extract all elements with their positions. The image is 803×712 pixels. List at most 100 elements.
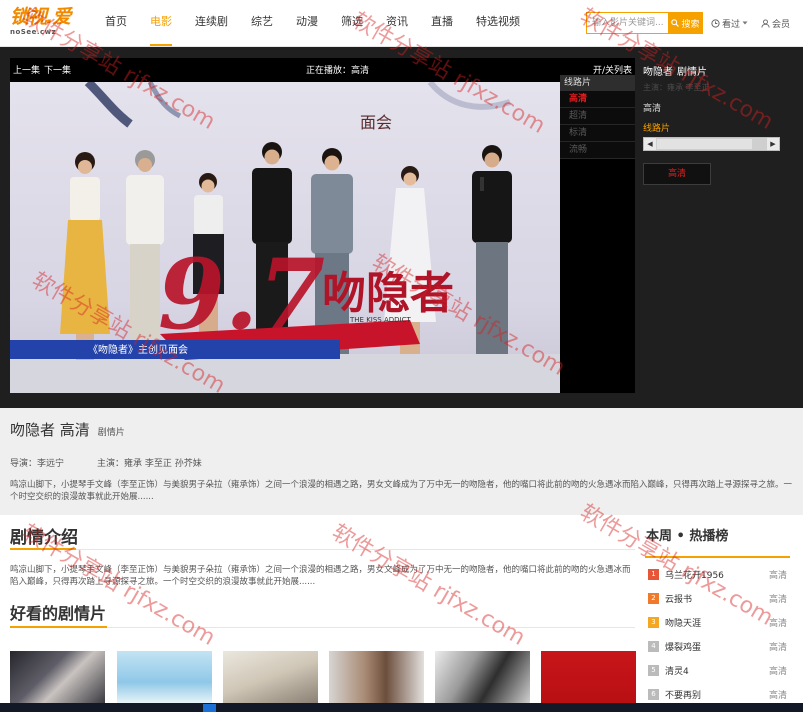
ranking-quality: 高清 (768, 594, 787, 605)
ranking-item[interactable]: 5 清灵4 高清 (645, 658, 793, 682)
chevron-down-icon (742, 21, 748, 25)
poster-2[interactable] (117, 651, 212, 703)
ranking-item[interactable]: 2 云报书 高清 (645, 586, 793, 610)
scroll-left-icon[interactable]: ◀ (644, 138, 656, 150)
player-band: 上一集 下一集 正在播放：高清 开/关列表 面会 《吻隐者》主创见面会 9.7 … (0, 47, 803, 408)
source-item-3[interactable]: 标清 (560, 125, 635, 142)
video-frame[interactable]: 面会 《吻隐者》主创见面会 9.7 吻隐者 THE KISS ADDICT (10, 82, 560, 393)
source-item-4[interactable]: 流畅 (560, 142, 635, 159)
rank-badge: 2 (648, 592, 659, 604)
rank-badge: 3 (648, 616, 659, 628)
nav-item-variety[interactable]: 综艺 (251, 0, 273, 46)
ranking-list: 1 乌兰花开1956 高清 2 云报书 高清 3 吻隐天涯 高清 4 爆裂鸡蛋 … (645, 562, 793, 706)
ranking-quality: 高清 (768, 690, 787, 701)
sidebar-source-button[interactable]: 高清 (643, 163, 711, 185)
nav-item-featured[interactable]: 特选视频 (476, 0, 520, 46)
ranking-heading: 本周 • 热播榜 (646, 529, 729, 544)
player-toolbar: 上一集 下一集 正在播放：高清 开/关列表 (10, 58, 635, 82)
sidebar-source-label: 线路片 (643, 124, 671, 134)
ranking-title[interactable]: 吻隐天涯 (665, 616, 769, 629)
film-summary: 鸣凉山脚下，小提琴手文峰（李至正饰）与美貌男子朵拉（雍承饰）之间一个浪漫的相遇之… (10, 480, 793, 502)
ranking-quality: 高清 (768, 666, 787, 677)
nav-item-anime[interactable]: 动漫 (296, 0, 318, 46)
video-still: 面会 《吻隐者》主创见面会 9.7 吻隐者 THE KISS ADDICT (10, 82, 560, 393)
source-item-1[interactable]: 高清 (560, 91, 635, 108)
ranking-quality: 高清 (768, 570, 787, 581)
film-title-row: 吻隐者 高清 剧情片 (10, 420, 793, 443)
main-nav: 首页 电影 连续剧 综艺 动漫 筛选 资讯 直播 特选视频 (105, 0, 520, 46)
film-title: 吻隐者 高清 (10, 421, 90, 439)
scroll-right-icon[interactable]: ▶ (767, 138, 779, 150)
logo-tagline: noSee.cwz (10, 28, 57, 36)
cast-names[interactable]: 雍承 李至正 孙芥妹 (124, 459, 202, 469)
site-logo[interactable]: 锁视.爱 noSee.cwz (10, 6, 82, 40)
nav-item-news[interactable]: 资讯 (386, 0, 408, 46)
person-7 (472, 145, 512, 354)
ranking-item[interactable]: 4 爆裂鸡蛋 高清 (645, 634, 793, 658)
rank-badge: 6 (648, 688, 659, 700)
scroll-thumb[interactable] (657, 139, 752, 149)
ranking-quality: 高清 (768, 642, 787, 653)
sidebar-title: 吻隐者 剧情片 (643, 67, 795, 79)
search-button[interactable]: 搜索 (668, 12, 703, 34)
clock-icon (711, 18, 720, 28)
search-input[interactable] (586, 12, 668, 34)
ranking-title[interactable]: 乌兰花开1956 (665, 568, 769, 581)
director: 导演：李远宁 (10, 457, 97, 471)
source-scrollbar[interactable]: ◀ ▶ (643, 137, 780, 151)
history-menu[interactable]: 看过 (711, 16, 748, 30)
director-name[interactable]: 李远宁 (37, 459, 64, 469)
film-credits: 导演：李远宁 主演：雍承 李至正 孙芥妹 (10, 457, 793, 471)
poster-6[interactable] (541, 651, 636, 703)
ranking-item[interactable]: 1 乌兰花开1956 高清 (645, 562, 793, 586)
poster-5[interactable] (435, 651, 530, 703)
cast-label: 主演： (97, 459, 125, 469)
poster-4[interactable] (329, 651, 424, 703)
film-info: 吻隐者 高清 剧情片 导演：李远宁 主演：雍承 李至正 孙芥妹 鸣凉山脚下，小提琴… (0, 408, 803, 515)
member-link[interactable]: 会员 (761, 16, 790, 30)
score-graphic: 9.7 (158, 238, 325, 351)
director-label: 导演： (10, 459, 38, 469)
nav-item-home[interactable]: 首页 (105, 0, 127, 46)
ranking-item[interactable]: 3 吻隐天涯 高清 (645, 610, 793, 634)
nav-item-filter[interactable]: 筛选 (341, 0, 363, 46)
nav-item-live[interactable]: 直播 (431, 0, 453, 46)
next-episode-button[interactable]: 下一集 (44, 63, 71, 76)
nav-item-series[interactable]: 连续剧 (195, 0, 228, 46)
ranking-title[interactable]: 不要再别 (665, 688, 769, 701)
user-icon (761, 18, 770, 28)
episode-nav: 上一集 下一集 (13, 63, 71, 76)
member-label: 会员 (772, 19, 791, 30)
related-heading-rule (10, 626, 635, 628)
search-icon (671, 19, 680, 27)
sidebar-genre: 剧情片 (677, 67, 707, 78)
ranking-heading-rule (645, 556, 790, 558)
video-player[interactable]: 上一集 下一集 正在播放：高清 开/关列表 面会 《吻隐者》主创见面会 9.7 … (10, 58, 635, 393)
film-title-graphic: 吻隐者 (322, 268, 454, 319)
source-list-panel: 线路片 高清 超清 标清 流畅 (560, 75, 635, 159)
rank-badge: 1 (648, 568, 659, 580)
search-button-label: 搜索 (681, 19, 700, 30)
poster-3[interactable] (223, 651, 318, 703)
nav-item-movies[interactable]: 电影 (150, 0, 172, 46)
ranking-title[interactable]: 清灵4 (665, 664, 769, 677)
logo-name: 锁视.爱 (10, 6, 71, 28)
history-label: 看过 (722, 19, 741, 30)
ranking-quality: 高清 (768, 618, 787, 629)
cast: 主演：雍承 李至正 孙芥妹 (97, 457, 202, 471)
top-header: 锁视.爱 noSee.cwz 首页 电影 连续剧 综艺 动漫 筛选 资讯 直播 … (0, 0, 803, 47)
poster-1[interactable] (10, 651, 105, 703)
sidebar-quality: 高清 (643, 104, 662, 114)
film-english-title: THE KISS ADDICT (349, 316, 411, 324)
sidebar-meta: 主演：雍承 李至正 (643, 83, 710, 92)
rank-badge: 5 (648, 664, 659, 676)
taskbar-app-icon[interactable] (203, 704, 216, 712)
related-heading: 好看的剧情片 (10, 604, 107, 623)
film-genre[interactable]: 剧情片 (98, 428, 125, 438)
backdrop-sign-text: 面会 (360, 113, 392, 132)
source-item-2[interactable]: 超清 (560, 108, 635, 125)
ranking-title[interactable]: 云报书 (665, 592, 769, 605)
ranking-title[interactable]: 爆裂鸡蛋 (665, 640, 769, 653)
prev-episode-button[interactable]: 上一集 (13, 63, 40, 76)
synopsis-heading-rule (10, 548, 635, 550)
